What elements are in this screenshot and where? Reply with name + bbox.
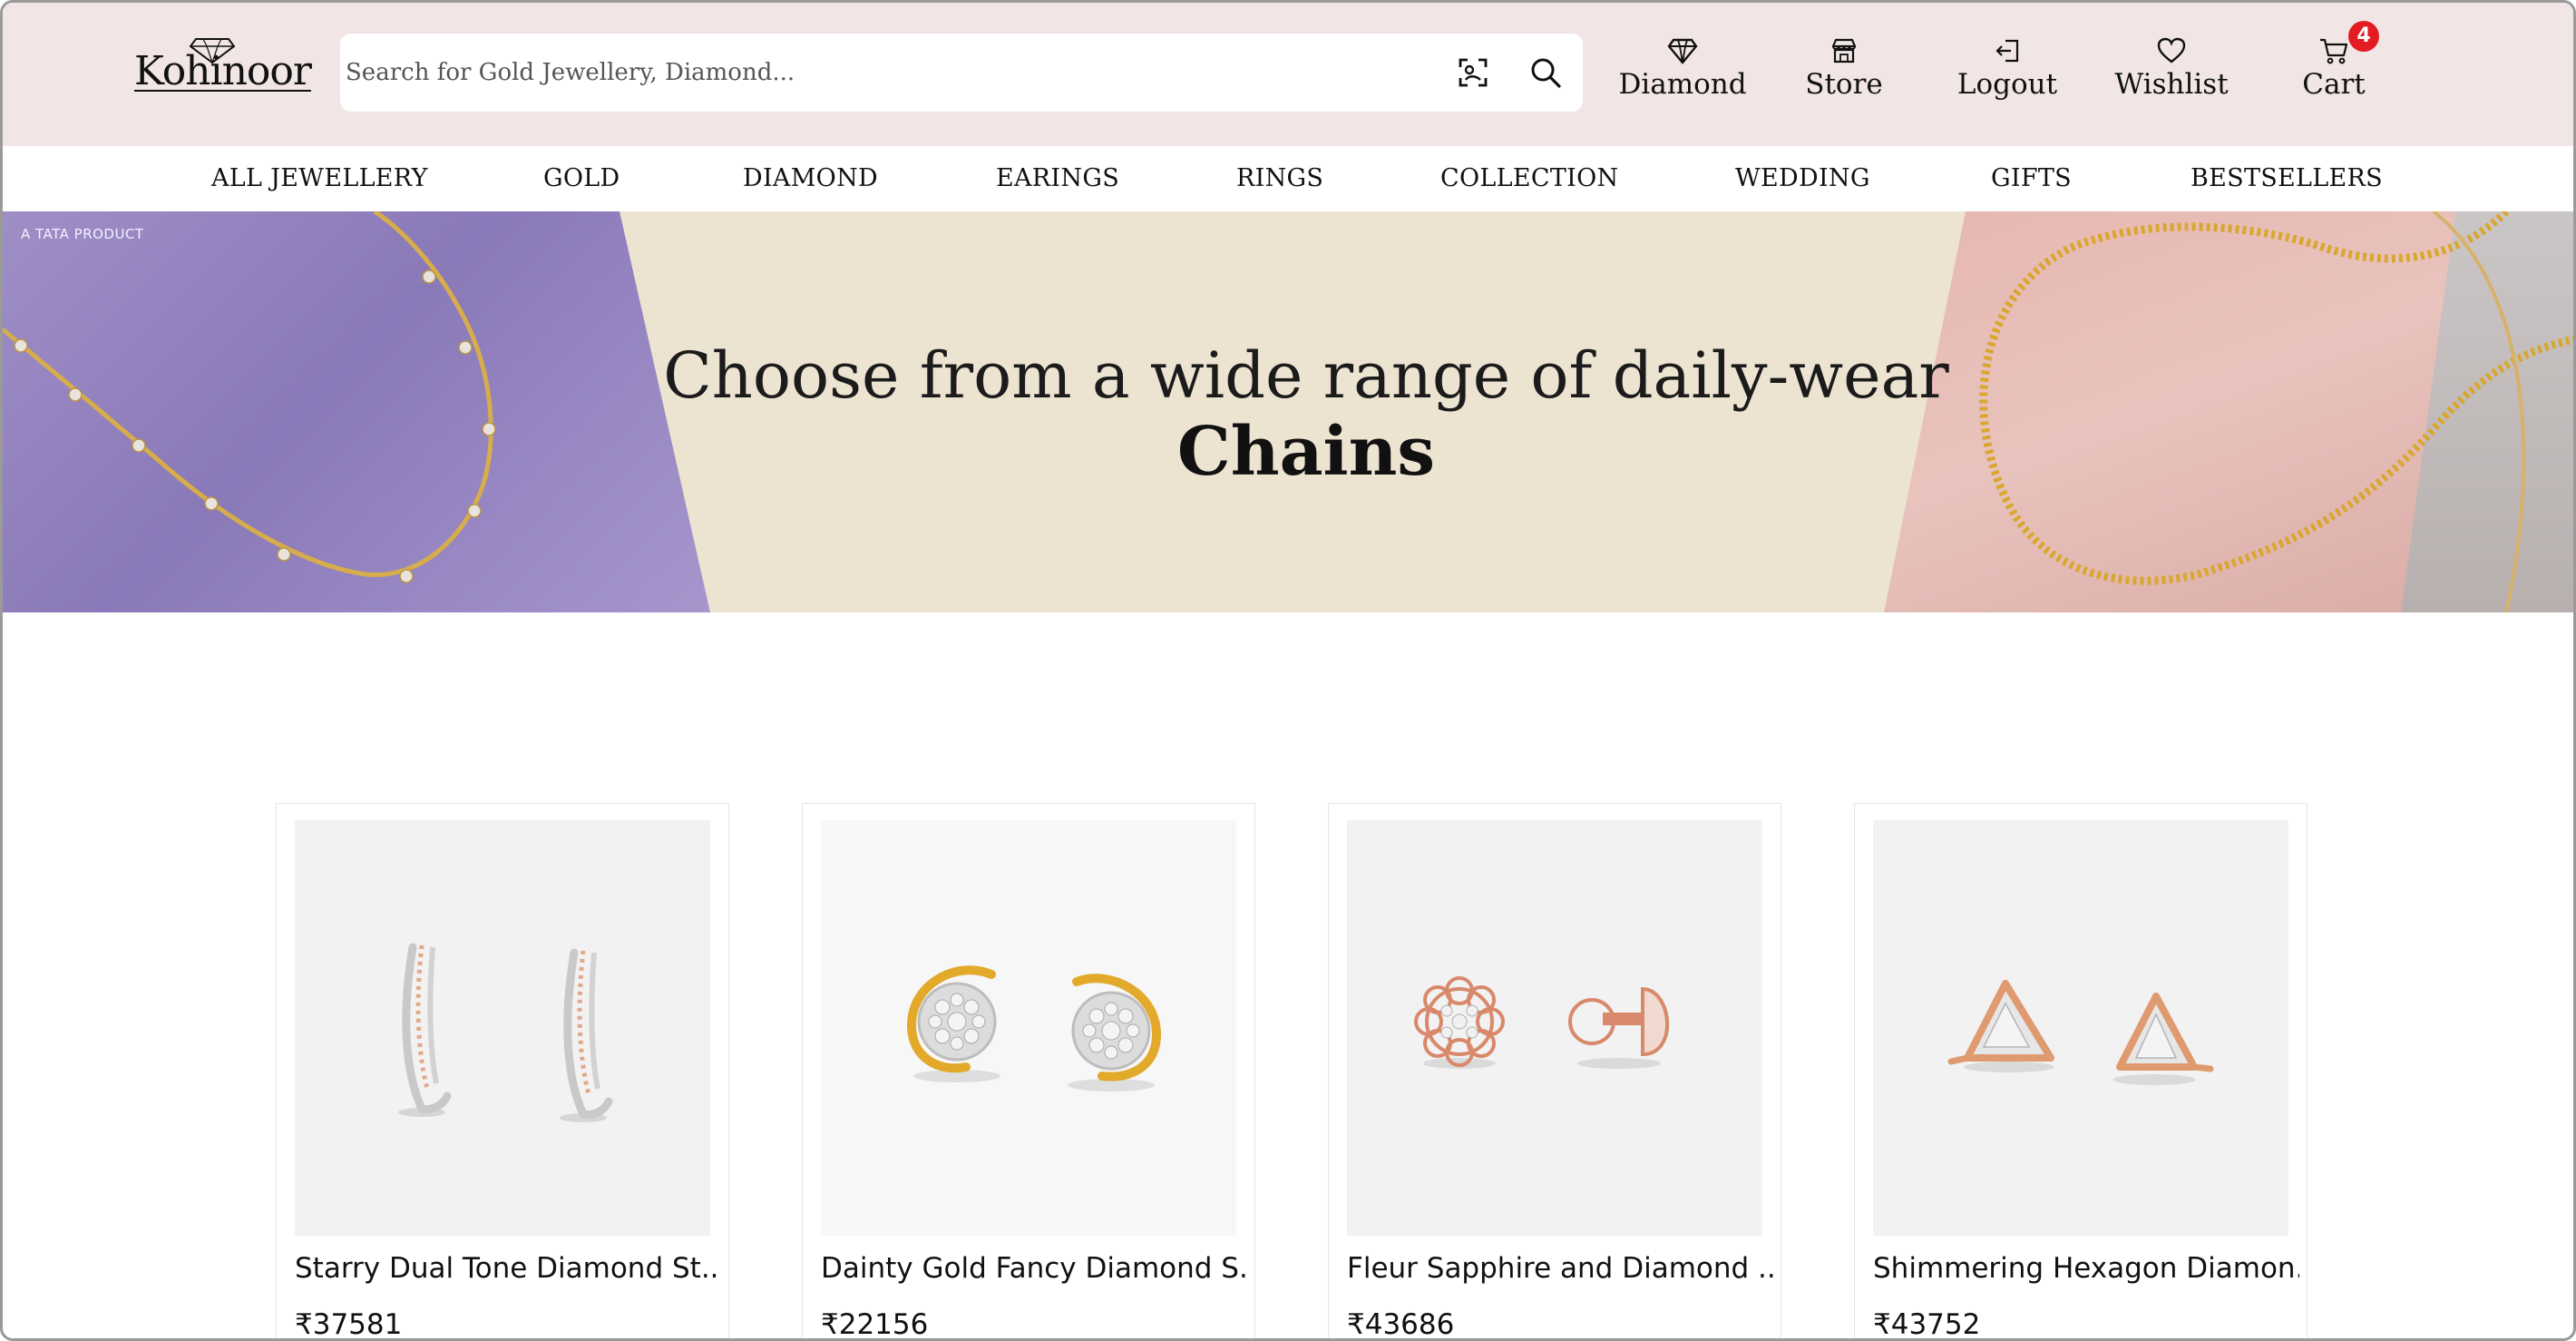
diamond-nav-button[interactable]: Diamond — [1615, 35, 1750, 117]
page: Kohinoor Diamond — [0, 0, 2576, 1341]
category-all-jewellery[interactable]: ALL JEWELLERY — [211, 155, 428, 202]
wishlist-nav-label: Wishlist — [2114, 68, 2229, 101]
crescent-stud-image-icon — [906, 965, 1162, 1091]
product-card[interactable]: Fleur Sapphire and Diamond ... ₹43686 — [1328, 803, 1781, 1341]
cart-nav-label: Cart — [2302, 68, 2366, 101]
search-icon[interactable] — [1528, 55, 1563, 90]
heart-icon — [2157, 37, 2186, 64]
promo-banner[interactable]: A TATA PRODUCT Choose from a wide range … — [3, 211, 2573, 612]
category-collection[interactable]: COLLECTION — [1440, 155, 1618, 202]
product-price: ₹43686 — [1347, 1308, 1455, 1341]
banner-subheadline: Chains — [1176, 413, 1436, 491]
diamond-icon — [1667, 38, 1698, 64]
flower-stud-image-icon — [1414, 976, 1670, 1069]
store-nav-button[interactable]: Store — [1799, 35, 1889, 117]
search-bar — [340, 34, 1583, 112]
product-image[interactable] — [821, 820, 1236, 1236]
category-gifts[interactable]: GIFTS — [1991, 155, 2072, 202]
top-header: Kohinoor Diamond — [3, 3, 2573, 146]
category-rings[interactable]: RINGS — [1236, 155, 1323, 202]
product-card[interactable]: Shimmering Hexagon Diamon... ₹43752 — [1854, 803, 2308, 1341]
tata-product-tag: A TATA PRODUCT — [21, 226, 144, 242]
logout-nav-button[interactable]: Logout — [1953, 35, 2062, 117]
cart-icon — [2320, 38, 2348, 64]
category-bestsellers[interactable]: BESTSELLERS — [2191, 155, 2383, 202]
category-wedding[interactable]: WEDDING — [1735, 155, 1870, 202]
product-name[interactable]: Shimmering Hexagon Diamon... — [1873, 1252, 2299, 1285]
store-icon — [1831, 38, 1857, 64]
product-name[interactable]: Fleur Sapphire and Diamond ... — [1347, 1252, 1773, 1285]
diamond-nav-label: Diamond — [1618, 68, 1747, 101]
category-nav: ALL JEWELLERY GOLD DIAMOND EARINGS RINGS… — [3, 146, 2573, 211]
search-input[interactable] — [346, 34, 1416, 112]
product-name[interactable]: Dainty Gold Fancy Diamond S... — [821, 1252, 1247, 1285]
triangle-stud-image-icon — [1947, 980, 2214, 1085]
product-card[interactable]: Dainty Gold Fancy Diamond S... ₹22156 — [802, 803, 1255, 1341]
image-scan-icon[interactable] — [1458, 57, 1488, 88]
product-image[interactable] — [295, 820, 710, 1236]
product-image[interactable] — [1873, 820, 2288, 1236]
logout-nav-label: Logout — [1956, 68, 2058, 101]
hoop-earring-image-icon — [398, 943, 613, 1122]
product-card[interactable]: Starry Dual Tone Diamond St... ₹37581 — [276, 803, 729, 1341]
product-price: ₹22156 — [821, 1308, 929, 1341]
cart-nav-button[interactable]: Cart 4 — [2298, 21, 2379, 117]
wishlist-nav-button[interactable]: Wishlist — [2114, 35, 2229, 117]
logout-icon — [1995, 39, 2019, 63]
cart-count-badge: 4 — [2348, 21, 2379, 52]
category-diamond[interactable]: DIAMOND — [743, 155, 878, 202]
product-price: ₹43752 — [1873, 1308, 1981, 1341]
banner-headline: Choose from a wide range of daily-wear — [663, 338, 1949, 413]
logo-text: Kohinoor — [134, 48, 312, 94]
brand-logo[interactable]: Kohinoor — [134, 35, 312, 108]
category-gold[interactable]: GOLD — [543, 155, 620, 202]
category-earings[interactable]: EARINGS — [996, 155, 1119, 202]
product-image[interactable] — [1347, 820, 1762, 1236]
store-nav-label: Store — [1805, 68, 1883, 101]
product-name[interactable]: Starry Dual Tone Diamond St... — [295, 1252, 721, 1285]
product-price: ₹37581 — [295, 1308, 403, 1341]
